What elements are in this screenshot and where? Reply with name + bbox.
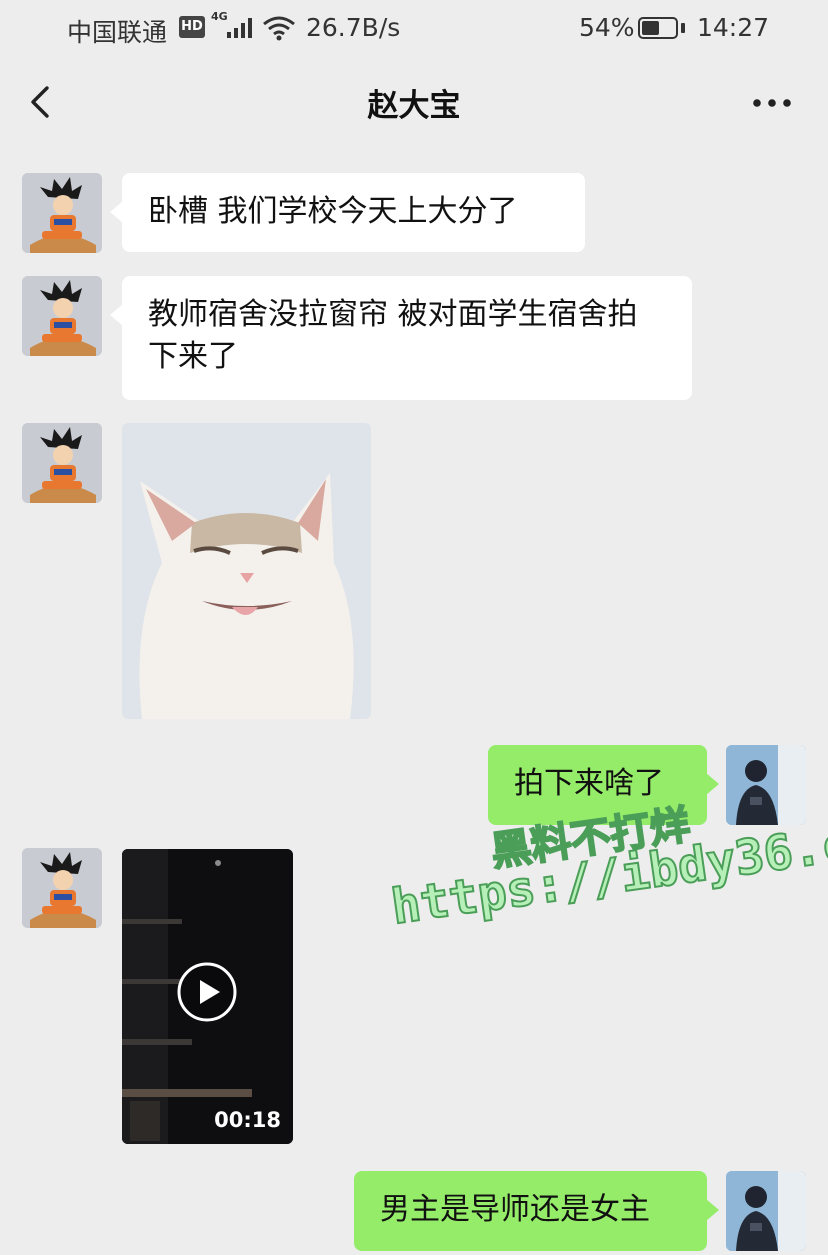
- chat-title: 赵大宝: [367, 88, 461, 124]
- cat-image-message[interactable]: [122, 423, 371, 719]
- clock-label: 14:27: [697, 13, 770, 42]
- incoming-message-bubble[interactable]: 教师宿舍没拉窗帘 被对面学生宿舍拍下来了: [110, 276, 692, 400]
- play-icon[interactable]: [176, 961, 238, 1023]
- my-avatar[interactable]: [726, 1171, 806, 1251]
- my-avatar[interactable]: [726, 745, 806, 825]
- network-speed-label: 26.7B/s: [306, 13, 401, 42]
- video-message[interactable]: 00:18: [122, 849, 293, 1144]
- user-photo-avatar: [726, 1171, 806, 1251]
- goku-avatar-image: [22, 276, 102, 356]
- battery-fill: [642, 21, 659, 35]
- status-bar: 中国联通 HD 4G 26.7B/s 54% 14:27: [0, 0, 828, 58]
- message-text: 卧槽 我们学校今天上大分了: [148, 194, 518, 229]
- contact-avatar[interactable]: [22, 276, 102, 356]
- outgoing-message-bubble[interactable]: 拍下来啥了: [488, 745, 719, 825]
- message-text: 男主是导师还是女主: [380, 1192, 650, 1227]
- goku-avatar-image: [22, 848, 102, 928]
- chat-header: 赵大宝: [0, 58, 828, 146]
- message-text: 教师宿舍没拉窗帘 被对面学生宿舍拍下来了: [148, 297, 638, 374]
- user-photo-avatar: [726, 745, 806, 825]
- watermark-url: https://ibdy36.com: [387, 807, 828, 937]
- signal-icon: [227, 18, 252, 38]
- smiling-cat-image: [122, 423, 371, 719]
- contact-avatar[interactable]: [22, 173, 102, 253]
- carrier-label: 中国联通: [67, 18, 168, 47]
- more-horizontal-icon[interactable]: [750, 88, 794, 118]
- battery-percent-label: 54%: [579, 13, 635, 42]
- outgoing-message-bubble[interactable]: 男主是导师还是女主: [354, 1171, 719, 1251]
- contact-avatar[interactable]: [22, 848, 102, 928]
- battery-icon: [638, 17, 678, 39]
- goku-avatar-image: [22, 173, 102, 253]
- battery-tip: [681, 23, 685, 33]
- contact-avatar[interactable]: [22, 423, 102, 503]
- hd-icon: HD: [179, 16, 205, 38]
- wifi-icon: [263, 16, 295, 41]
- incoming-message-bubble[interactable]: 卧槽 我们学校今天上大分了: [110, 173, 585, 252]
- message-text: 拍下来啥了: [514, 766, 664, 801]
- goku-avatar-image: [22, 423, 102, 503]
- video-duration-label: 00:18: [214, 1108, 281, 1132]
